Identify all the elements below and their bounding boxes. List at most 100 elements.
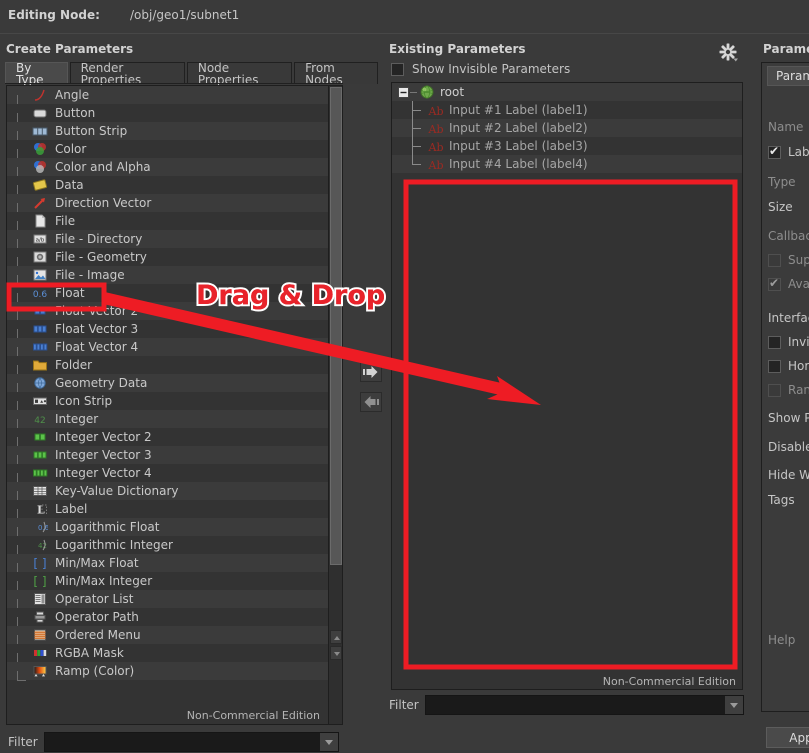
field-label: Name — [768, 120, 804, 134]
scroll-down-button[interactable] — [330, 646, 342, 660]
list-item[interactable]: Ramp (Color) — [7, 662, 329, 681]
list-item[interactable]: [ ] Min/Max Float — [7, 554, 329, 581]
checkbox-label: Rang — [788, 383, 809, 397]
list-item[interactable]: Integer Vector 2 — [7, 428, 329, 455]
list-item[interactable]: Key-Value Dictionary — [7, 482, 329, 509]
checkbox-row[interactable]: Label — [768, 144, 809, 159]
parameter-type-list-rows[interactable]: Angle Button Button Strip Color Color and Al… — [7, 86, 329, 681]
show-invisible-parameters-row[interactable]: Show Invisible Parameters — [391, 62, 570, 76]
list-item[interactable]: L Label — [7, 500, 329, 527]
gear-icon[interactable] — [719, 43, 739, 63]
folder-icon — [29, 357, 51, 373]
create-parameters-tabbar[interactable]: By Type Render Properties Node Properties F… — [5, 62, 378, 86]
list-item[interactable]: Button — [7, 104, 329, 131]
middle-filter-bar[interactable]: Filter — [389, 695, 745, 715]
list-item[interactable]: Angle — [7, 86, 329, 113]
existing-parameters-tree[interactable]: root Ab Input #1 Label (label1) Ab Input #2 … — [391, 82, 743, 690]
list-item[interactable]: 42 Integer — [7, 410, 329, 437]
tree-root-row[interactable]: root — [392, 83, 742, 101]
list-item[interactable]: Button Strip — [7, 122, 329, 149]
file-icon — [29, 213, 51, 229]
tab-node-properties[interactable]: Node Properties — [186, 62, 293, 86]
checkbox[interactable] — [768, 253, 781, 267]
parameter-type-list[interactable]: Angle Button Button Strip Color Color and Al… — [6, 85, 343, 725]
tab-from-nodes[interactable]: From Nodes — [294, 62, 378, 86]
tree-item-row[interactable]: Ab Input #1 Label (label1) — [392, 101, 742, 119]
checkbox-row[interactable]: Horiz — [768, 359, 809, 373]
left-filter-input-wrap[interactable] — [43, 732, 339, 752]
middle-filter-input-wrap[interactable] — [424, 695, 744, 715]
checkbox[interactable] — [768, 383, 781, 397]
checkbox-row[interactable]: Avail — [768, 276, 809, 291]
tabbar-underline — [5, 83, 343, 84]
editing-node-bar: Editing Node: /obj/geo1/subnet1 — [0, 0, 809, 32]
checkbox[interactable] — [768, 276, 781, 291]
expand-collapse-toggle[interactable] — [396, 86, 410, 98]
parameter-properties-box: Parameter Name Label Type Size Callback Supp A… — [761, 62, 809, 712]
scroll-up-button[interactable] — [330, 630, 342, 644]
tree-item-row[interactable]: Ab Input #2 Label (label2) — [392, 119, 742, 137]
tree-item-row[interactable]: Ab Input #4 Label (label4) — [392, 155, 742, 173]
middle-filter-label: Filter — [389, 698, 419, 712]
existing-parameters-tree-rows[interactable]: root Ab Input #1 Label (label1) Ab Input #2 … — [392, 83, 742, 173]
list-item[interactable]: Color — [7, 140, 329, 167]
list-item[interactable]: Icon Strip — [7, 392, 329, 419]
transfer-right-button[interactable] — [360, 362, 382, 382]
list-item-label: Geometry Data — [55, 376, 148, 390]
tab-by-type[interactable]: By Type — [5, 62, 68, 86]
list-item[interactable]: Ordered Menu — [7, 626, 329, 653]
checkbox-row[interactable]: Invis — [768, 335, 809, 349]
list-item[interactable]: File - Geometry — [7, 248, 329, 275]
editing-node-path: /obj/geo1/subnet1 — [130, 8, 240, 22]
list-item-label: Button — [55, 106, 96, 120]
list-item[interactable]: Direction Vector — [7, 194, 329, 221]
tab-render-properties[interactable]: Render Properties — [69, 62, 185, 86]
list-item[interactable]: 42 Logarithmic Integer — [7, 536, 329, 563]
checkbox[interactable] — [768, 144, 781, 159]
list-item[interactable]: Integer Vector 4 — [7, 464, 329, 491]
editing-node-label: Editing Node: — [8, 8, 100, 22]
left-filter-dropdown-button[interactable] — [319, 733, 338, 751]
list-item[interactable]: Color and Alpha — [7, 158, 329, 185]
list-item[interactable]: [ ] Min/Max Integer — [7, 572, 329, 599]
list-item-label: Color — [55, 142, 87, 156]
list-item[interactable]: Float Vector 4 — [7, 338, 329, 365]
list-scrollbar-thumb[interactable] — [330, 87, 342, 565]
list-item[interactable]: File — [7, 212, 329, 239]
list-item[interactable]: a/b File - Directory — [7, 230, 329, 257]
list-item-label: Direction Vector — [55, 196, 152, 210]
list-item[interactable]: Data — [7, 176, 329, 203]
checkbox[interactable] — [768, 335, 781, 349]
middle-filter-dropdown-button[interactable] — [724, 696, 743, 714]
checkbox-label: Avail — [788, 277, 809, 291]
show-invisible-parameters-checkbox[interactable] — [391, 62, 404, 76]
checkbox-row[interactable]: Rang — [768, 383, 809, 397]
list-item[interactable]: 0.6 Logarithmic Float — [7, 518, 329, 545]
checkbox-row[interactable]: Supp — [768, 253, 809, 267]
left-filter-bar[interactable]: Filter — [8, 732, 340, 752]
checkbox[interactable] — [768, 359, 781, 373]
middle-filter-input[interactable] — [425, 696, 725, 714]
left-filter-input[interactable] — [44, 733, 320, 751]
list-item[interactable]: Operator Path — [7, 608, 329, 635]
tree-item-row[interactable]: Ab Input #3 Label (label3) — [392, 137, 742, 155]
key-value-dictionary-icon — [29, 483, 51, 499]
root-globe-icon — [417, 84, 437, 100]
transfer-left-button[interactable] — [360, 392, 382, 412]
tab-parameter[interactable]: Parameter — [767, 66, 809, 86]
checkbox-label: Label — [788, 145, 809, 159]
list-item[interactable]: Integer Vector 3 — [7, 446, 329, 473]
list-item[interactable]: Folder — [7, 356, 329, 383]
list-scrollbar[interactable] — [328, 86, 342, 724]
field-label: Size — [768, 200, 793, 214]
apply-button[interactable]: App — [766, 727, 809, 748]
list-item-label: Logarithmic Integer — [55, 538, 173, 552]
float-vector4-icon — [29, 339, 51, 355]
list-item[interactable]: Operator List — [7, 590, 329, 617]
file-directory-icon: a/b — [29, 231, 51, 247]
list-item[interactable]: Geometry Data — [7, 374, 329, 401]
list-item[interactable]: RGBA Mask — [7, 644, 329, 671]
integer-vector3-icon — [29, 447, 51, 463]
list-item[interactable]: Float Vector 3 — [7, 320, 329, 347]
list-item-label: Min/Max Float — [55, 556, 139, 570]
